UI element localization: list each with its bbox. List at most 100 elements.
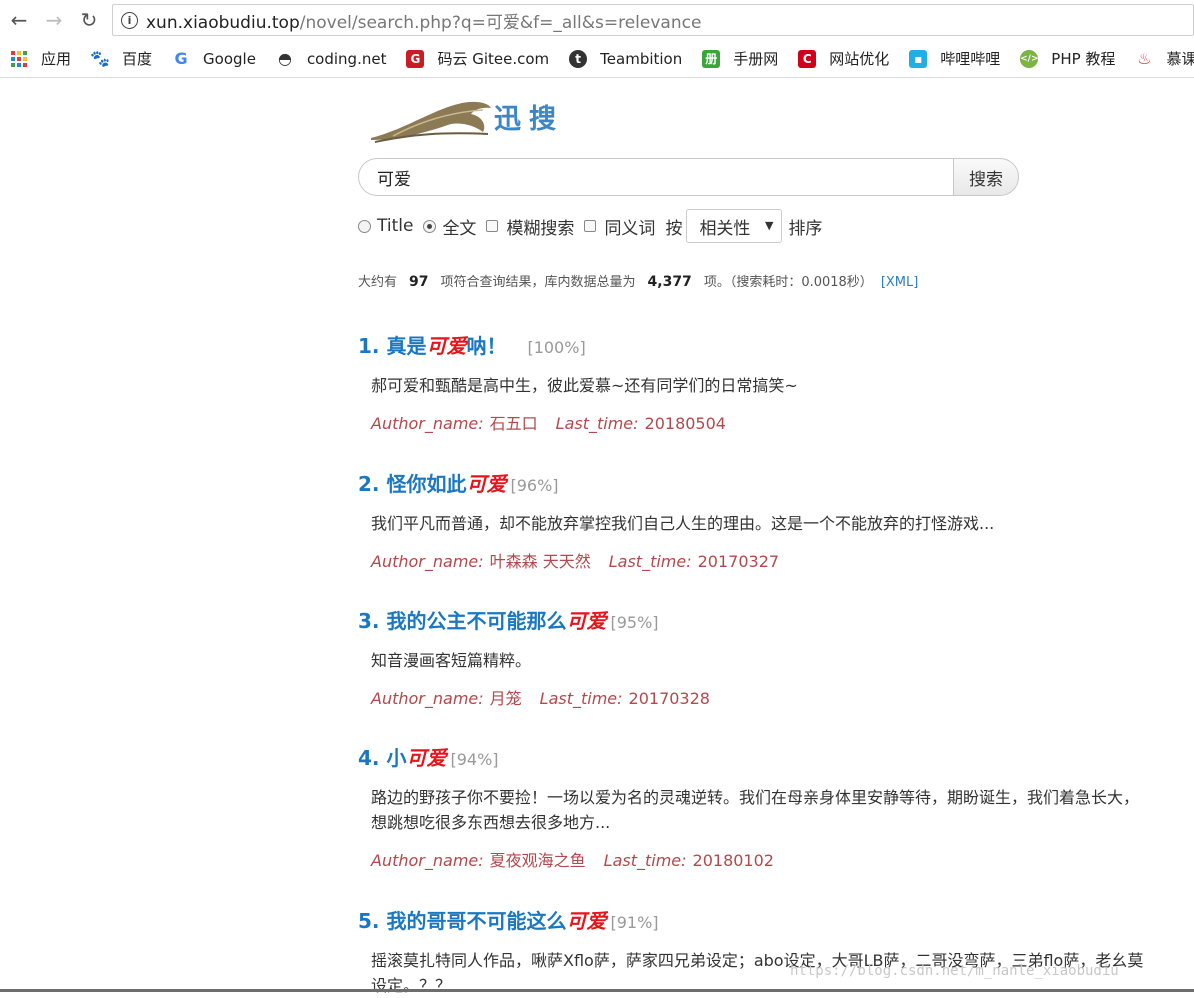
result-meta: Author_name: 月笼 Last_time: 20170328 <box>358 685 1194 709</box>
result-title-link[interactable]: 4. 小可爱 [94%] <box>358 742 1194 771</box>
logo-text: 迅搜 <box>494 104 564 135</box>
result-title-link[interactable]: 2. 怪你如此可爱 [96%] <box>358 468 1194 497</box>
option-fuzzy-label: 模糊搜索 <box>506 218 575 239</box>
dropdown-arrow-icon: ▼ <box>764 219 774 232</box>
result-meta: Author_name: 夏夜观海之鱼 Last_time: 20180102 <box>358 847 1194 871</box>
search-input[interactable] <box>358 158 954 196</box>
stats-mid: 项符合查询结果，库内数据总量为 <box>440 275 636 290</box>
result-item: 1. 真是可爱呐！ [100%] 郝可爱和甄酷是高中生，彼此爱慕~还有同学们的日… <box>358 330 1194 434</box>
fuzzy-checkbox[interactable] <box>486 220 499 232</box>
result-title-pre: 真是 <box>386 334 427 358</box>
result-title-link[interactable]: 3. 我的公主不可能那么可爱 [95%] <box>358 605 1194 634</box>
result-score: [100%] <box>527 338 586 357</box>
title-radio[interactable] <box>358 219 371 233</box>
option-fulltext[interactable]: 全文 <box>423 214 476 239</box>
php-icon: </> <box>1020 49 1038 68</box>
forward-arrow-icon[interactable]: → <box>41 7 67 33</box>
result-stats: 大约有 97 项符合查询结果，库内数据总量为 4,377 项。（搜索耗时：0.0018秒… <box>358 271 918 290</box>
bookmark-coding[interactable]: ◓ coding.net <box>276 49 387 68</box>
back-arrow-icon[interactable]: ← <box>6 7 32 33</box>
bookmark-seo[interactable]: C 网站优化 <box>798 48 889 69</box>
result-item: 3. 我的公主不可能那么可爱 [95%] 知音漫画客短篇精粹。 Author_na… <box>358 605 1194 709</box>
option-title[interactable]: Title <box>358 216 413 236</box>
bookmark-baidu[interactable]: 🐾 百度 <box>90 48 153 69</box>
synonym-checkbox[interactable] <box>584 220 597 232</box>
bookmark-label: coding.net <box>306 49 387 68</box>
author-value: 夏夜观海之鱼 <box>489 851 586 870</box>
sort-select-value: 相关性 <box>699 218 751 239</box>
option-fulltext-label: 全文 <box>442 218 477 239</box>
time-value: 20180504 <box>644 414 726 433</box>
result-title-link[interactable]: 1. 真是可爱呐！ [100%] <box>358 330 1194 359</box>
result-number: 1. <box>358 334 380 358</box>
url-input[interactable]: i xun.xiaobudiu.top/novel/search.php?q=可… <box>112 4 1194 36</box>
author-value: 石五口 <box>489 414 538 433</box>
result-title-pre: 小 <box>386 746 407 770</box>
stats-suffix: 项。（搜索耗时：0.0018秒） <box>703 275 873 290</box>
sort-prefix: 按 <box>665 218 683 239</box>
result-description: 我们平凡而普通，却不能放弃掌控我们自己人生的理由。这是一个不能放弃的打怪游戏..… <box>371 514 995 533</box>
result-number: 4. <box>358 746 380 770</box>
option-synonym[interactable]: 同义词 <box>584 214 655 239</box>
result-title-post: 呐！ <box>466 334 507 358</box>
result-title-highlight: 可爱 <box>566 909 607 933</box>
url-host: xun.xiaobudiu.top <box>146 12 300 33</box>
result-title-highlight: 可爱 <box>466 472 507 496</box>
time-label: Last_time: <box>608 552 692 571</box>
teambition-icon: t <box>569 49 588 68</box>
bookmark-label: 百度 <box>122 50 153 68</box>
site-info-icon[interactable]: i <box>121 11 138 29</box>
bookmark-label: 应用 <box>41 50 72 68</box>
result-number: 3. <box>358 609 380 633</box>
result-item: 5. 我的哥哥不可能这么可爱 [91%] 摇滚莫扎特同人作品，啾萨Xflo萨，萨家… <box>358 905 1194 998</box>
result-title-highlight: 可爱 <box>406 746 447 770</box>
baidu-paw-icon: 🐾 <box>90 49 110 68</box>
bookmark-imooc[interactable]: ♨ 慕课网 <box>1135 48 1194 69</box>
result-score: [96%] <box>510 476 559 495</box>
bookmark-gitee[interactable]: G 码云 Gitee.com <box>406 48 549 69</box>
gitee-icon: G <box>406 49 425 68</box>
apps-grid-icon <box>10 50 28 68</box>
result-item: 2. 怪你如此可爱 [96%] 我们平凡而普通，却不能放弃掌控我们自己人生的理由。… <box>358 468 1194 572</box>
result-description: 知音漫画客短篇精粹。 <box>371 651 532 670</box>
bookmark-label: 网站优化 <box>829 50 890 68</box>
browser-address-bar: ← → ↻ i xun.xiaobudiu.top/novel/search.p… <box>0 0 1194 40</box>
search-form: 搜索 <box>358 158 1019 196</box>
sort-select[interactable]: 相关性 ▼ <box>686 209 783 243</box>
result-title-pre: 我的哥哥不可能这么 <box>386 909 567 933</box>
bookmark-label: 哔哩哔哩 <box>940 50 1001 68</box>
shouce-icon: 册 <box>702 49 721 68</box>
author-label: Author_name: <box>371 552 484 571</box>
result-score: [95%] <box>610 613 659 632</box>
reload-icon[interactable]: ↻ <box>76 7 102 33</box>
bookmark-label: Teambition <box>600 49 683 68</box>
url-text: xun.xiaobudiu.top/novel/search.php?q=可爱&… <box>146 8 701 33</box>
bookmark-shouce[interactable]: 册 手册网 <box>702 48 778 69</box>
bookmark-bilibili[interactable]: ▪ 哔哩哔哩 <box>909 48 1000 69</box>
result-title-highlight: 可爱 <box>426 334 467 358</box>
author-label: Author_name: <box>371 851 484 870</box>
author-value: 月笼 <box>489 689 522 708</box>
author-label: Author_name: <box>371 689 484 708</box>
bookmark-label: Google <box>203 49 256 68</box>
stats-count: 97 <box>409 274 429 290</box>
time-value: 20170328 <box>628 689 710 708</box>
result-title-link[interactable]: 5. 我的哥哥不可能这么可爱 [91%] <box>358 905 1194 934</box>
watermark: https://blog.csdn.net/m_nanle_xiaobudiu <box>790 963 1119 979</box>
bookmark-php[interactable]: </> PHP 教程 <box>1020 48 1115 69</box>
bookmark-google[interactable]: G Google <box>172 49 256 68</box>
bookmarks-bar: 应用 🐾 百度 G Google ◓ coding.net G 码云 Gitee… <box>0 40 1194 78</box>
fulltext-radio[interactable] <box>423 219 437 233</box>
time-label: Last_time: <box>555 414 639 433</box>
author-value: 叶森森 天天然 <box>489 552 591 571</box>
search-button[interactable]: 搜索 <box>953 158 1019 196</box>
option-fuzzy[interactable]: 模糊搜索 <box>486 214 574 239</box>
bookmark-apps[interactable]: 应用 <box>10 48 71 69</box>
xml-link[interactable]: [XML] <box>881 275 919 290</box>
result-description: 郝可爱和甄酷是高中生，彼此爱慕~还有同学们的日常搞笑~ <box>371 376 798 395</box>
result-title-highlight: 可爱 <box>566 609 607 633</box>
bookmark-teambition[interactable]: t Teambition <box>569 49 683 68</box>
time-value: 20170327 <box>697 552 780 571</box>
coding-icon: ◓ <box>277 49 292 68</box>
result-title-pre: 我的公主不可能那么 <box>386 609 567 633</box>
